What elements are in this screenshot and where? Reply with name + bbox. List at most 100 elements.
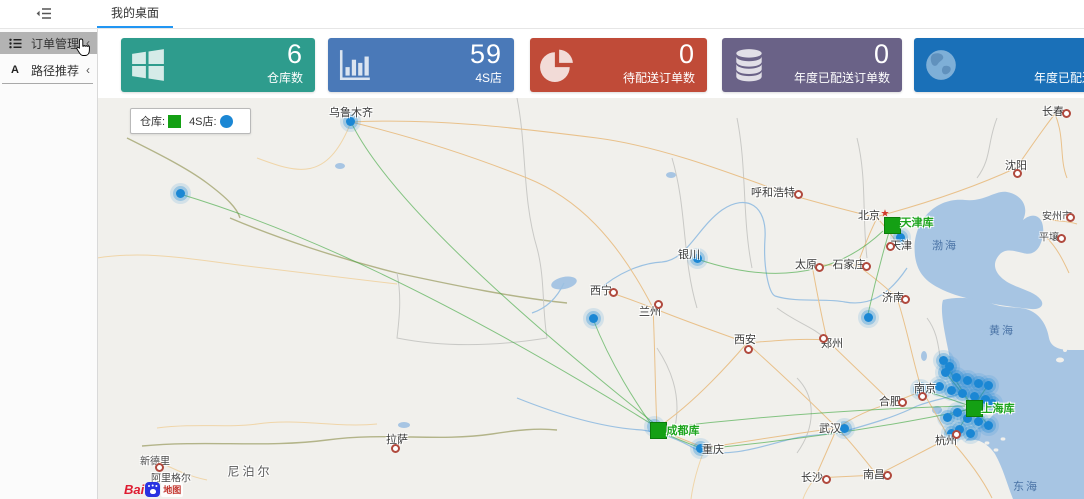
city-marker-dot [898, 398, 907, 407]
sidebar-divider [2, 83, 93, 84]
city-marker-dot [901, 295, 910, 304]
store-marker[interactable] [176, 189, 185, 198]
city-marker-dot [794, 190, 803, 199]
store-marker[interactable] [984, 421, 993, 430]
city-label: 平壤 [1039, 229, 1059, 244]
city-marker-dot [391, 444, 400, 453]
store-marker[interactable] [984, 381, 993, 390]
city-marker-dot [1062, 109, 1071, 118]
card-label: 年度已配送订单数 [794, 69, 890, 86]
baidu-map-text: 地图 [161, 482, 183, 497]
chevron-left-icon: ‹ [86, 64, 90, 76]
list-icon [8, 38, 22, 49]
sea-label: 渤海 [932, 237, 958, 253]
city-marker-dot [952, 430, 961, 439]
legend-warehouse-label: 仓库: [140, 113, 165, 129]
card-value: 6 [287, 39, 303, 70]
city-label: 太原 [795, 256, 817, 272]
legend-store-label: 4S店: [189, 113, 217, 129]
tab-my-desktop[interactable]: 我的桌面 [97, 0, 173, 28]
city-marker-dot [744, 345, 753, 354]
top-tab-bar: 我的桌面 [0, 0, 1084, 29]
store-marker[interactable] [963, 376, 972, 385]
legend-store-swatch [220, 115, 233, 128]
warehouse-label: 成都库 [667, 422, 700, 438]
warehouse-marker[interactable] [966, 400, 983, 417]
stat-card[interactable]: 6 仓库数 [121, 38, 315, 92]
card-label: 仓库数 [267, 69, 303, 86]
store-marker[interactable] [958, 389, 967, 398]
card-label: 待配送订单数 [623, 69, 695, 86]
city-label: 北京 [858, 207, 880, 223]
sidebar: 订单管理 ‹ A 路径推荐 ‹ [0, 28, 98, 499]
store-marker[interactable] [935, 382, 944, 391]
store-marker[interactable] [947, 386, 956, 395]
city-label: 西安 [734, 331, 756, 347]
sidebar-item-route-recommend[interactable]: A 路径推荐 ‹ [0, 59, 97, 81]
city-marker-dot [1013, 169, 1022, 178]
menu-fold-icon[interactable] [36, 7, 52, 20]
city-marker-dot [883, 471, 892, 480]
city-marker-dot [1057, 234, 1066, 243]
city-marker-dot [609, 288, 618, 297]
store-marker[interactable] [941, 368, 950, 377]
city-label: 银川 [678, 246, 700, 262]
store-marker[interactable] [966, 429, 975, 438]
stat-card[interactable]: 0 待配送订单数 [530, 38, 707, 92]
city-marker-dot [819, 334, 828, 343]
store-marker[interactable] [953, 408, 962, 417]
warehouse-marker[interactable] [650, 422, 667, 439]
sidebar-item-label: 订单管理 [31, 35, 86, 52]
globe-icon [923, 47, 959, 83]
city-label: 武汉 [819, 420, 841, 436]
city-marker-dot [654, 300, 663, 309]
stat-card[interactable]: 0 年度已配送订单数 [722, 38, 902, 92]
main-content: 6 仓库数 59 4S店 0 待配送订单数 0 年度已配送订单数 [97, 28, 1084, 499]
sidebar-item-order-management[interactable]: 订单管理 ‹ [0, 32, 97, 54]
city-label: 长沙 [801, 469, 823, 485]
store-marker[interactable] [864, 313, 873, 322]
baidu-logo-text: Bai [124, 482, 144, 497]
sea-label: 黄海 [989, 322, 1015, 338]
store-marker[interactable] [974, 417, 983, 426]
chevron-left-icon: ‹ [86, 37, 90, 49]
store-marker[interactable] [589, 314, 598, 323]
warehouse-label: 天津库 [901, 214, 934, 230]
city-marker-dot [862, 262, 871, 271]
card-value: 0 [874, 39, 890, 70]
map-legend: 仓库: 4S店: [130, 108, 251, 134]
city-label: 长春 [1042, 103, 1064, 119]
sea-label: 东海 [1013, 478, 1039, 494]
baidu-paw-icon [145, 482, 160, 497]
legend-warehouse-swatch [168, 115, 181, 128]
city-label: 重庆 [702, 441, 724, 457]
bar-chart-icon [337, 47, 373, 83]
city-label: 南昌 [863, 466, 885, 482]
warehouse-label: 上海库 [982, 400, 1015, 416]
city-marker-dot [918, 392, 927, 401]
stat-card[interactable]: 59 4S店 [328, 38, 514, 92]
warehouse-marker[interactable] [884, 217, 901, 234]
store-marker[interactable] [943, 413, 952, 422]
city-marker-dot [822, 475, 831, 484]
stat-card[interactable]: 年度已配送 [914, 38, 1084, 92]
card-value: 0 [679, 39, 695, 70]
store-marker[interactable] [952, 373, 961, 382]
dashboard-window: 我的桌面 订单管理 ‹ A 路径推荐 ‹ 6 仓库数 [0, 0, 1084, 499]
card-value: 59 [470, 39, 502, 70]
font-a-icon: A [8, 64, 22, 76]
baidu-map[interactable]: 乌鲁木齐呼和浩特银川北京★天津石家庄太原济南西宁兰州西安郑州合肥南京武汉杭州重庆… [97, 98, 1084, 499]
card-label: 4S店 [475, 69, 502, 86]
marker-layer: 乌鲁木齐呼和浩特银川北京★天津石家庄太原济南西宁兰州西安郑州合肥南京武汉杭州重庆… [97, 98, 1084, 499]
city-label: 呼和浩特 [751, 184, 795, 200]
store-marker[interactable] [840, 424, 849, 433]
city-label: 石家庄 [833, 256, 866, 272]
city-label: 尼泊尔 [227, 463, 272, 480]
sidebar-item-label: 路径推荐 [31, 62, 86, 79]
database-icon [731, 47, 767, 83]
city-marker-dot [886, 242, 895, 251]
store-marker[interactable] [974, 379, 983, 388]
city-marker-dot [815, 263, 824, 272]
windows-icon [130, 47, 166, 83]
baidu-logo[interactable]: Bai 地图 [124, 482, 183, 497]
